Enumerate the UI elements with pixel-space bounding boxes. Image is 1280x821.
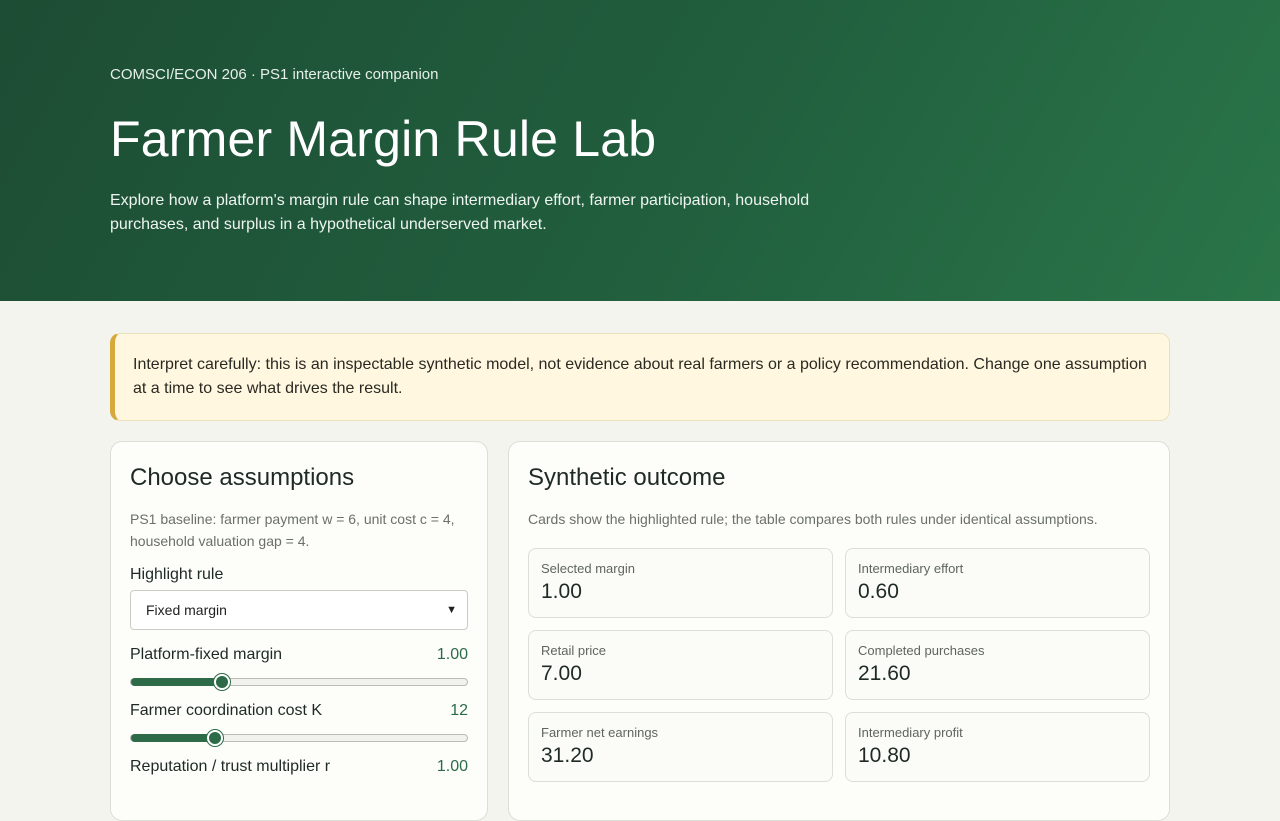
metric-card-retail-price: Retail price 7.00	[528, 630, 833, 700]
metric-value: 1.00	[541, 580, 582, 603]
margin-slider[interactable]	[130, 674, 468, 690]
rule-select-value: Fixed margin	[146, 602, 227, 618]
rule-label: Highlight rule	[130, 566, 224, 583]
metric-value: 21.60	[858, 662, 911, 685]
margin-slider-thumb[interactable]	[213, 674, 230, 690]
assumptions-title: Choose assumptions	[130, 464, 355, 491]
coordination-slider-thumb[interactable]	[207, 730, 223, 746]
rule-select[interactable]: Fixed margin ▼	[130, 590, 468, 630]
margin-slider-label: Platform-fixed margin	[130, 646, 283, 663]
page-lead: Explore how a platform's margin rule can…	[110, 192, 810, 233]
trust-slider-label: Reputation / trust multiplier r	[130, 758, 331, 775]
metric-label: Retail price	[541, 643, 607, 658]
metric-card-selected-margin: Selected margin 1.00	[528, 548, 833, 618]
margin-slider-fill	[131, 678, 222, 686]
coordination-slider-fill	[131, 734, 215, 742]
interpretation-notice: Interpret carefully: this is an inspecta…	[110, 333, 1170, 421]
course-kicker: COMSCI/ECON 206 · PS1 interactive compan…	[110, 66, 439, 83]
coordination-slider-value: 12	[450, 702, 468, 719]
hero-banner: COMSCI/ECON 206 · PS1 interactive compan…	[0, 0, 1280, 301]
coordination-slider[interactable]	[130, 730, 468, 746]
metric-value: 31.20	[541, 744, 594, 767]
metric-label: Selected margin	[541, 561, 635, 576]
chevron-down-icon: ▼	[446, 604, 457, 616]
metric-card-intermediary-effort: Intermediary effort 0.60	[845, 548, 1150, 618]
metric-card-completed-purchases: Completed purchases 21.60	[845, 630, 1150, 700]
outcome-title: Synthetic outcome	[528, 464, 726, 491]
coordination-slider-label: Farmer coordination cost K	[130, 702, 323, 719]
outcome-subtitle: Cards show the highlighted rule; the tab…	[528, 511, 1098, 527]
metric-value: 0.60	[858, 580, 899, 603]
metric-card-intermediary-profit: Intermediary profit 10.80	[845, 712, 1150, 782]
metric-label: Intermediary effort	[858, 561, 964, 576]
metric-label: Intermediary profit	[858, 725, 963, 740]
trust-slider-header: Reputation / trust multiplier r 1.00	[130, 758, 468, 776]
trust-slider-value: 1.00	[436, 758, 468, 775]
metric-cards: Selected margin 1.00 Intermediary effort…	[528, 548, 1150, 782]
margin-slider-value: 1.00	[436, 646, 468, 663]
metric-value: 10.80	[858, 744, 911, 767]
metric-value: 7.00	[541, 662, 582, 685]
margin-slider-header: Platform-fixed margin 1.00	[130, 646, 468, 664]
coordination-slider-header: Farmer coordination cost K 12	[130, 702, 468, 720]
outcome-panel: Synthetic outcome Cards show the highlig…	[508, 441, 1170, 821]
metric-card-farmer-net-earnings: Farmer net earnings 31.20	[528, 712, 833, 782]
baseline-note: PS1 baseline: farmer payment w = 6, unit…	[130, 511, 455, 549]
assumptions-panel: Choose assumptions PS1 baseline: farmer …	[110, 441, 488, 821]
metric-label: Completed purchases	[858, 643, 985, 658]
metric-label: Farmer net earnings	[541, 725, 659, 740]
page-title: Farmer Margin Rule Lab	[110, 111, 657, 167]
